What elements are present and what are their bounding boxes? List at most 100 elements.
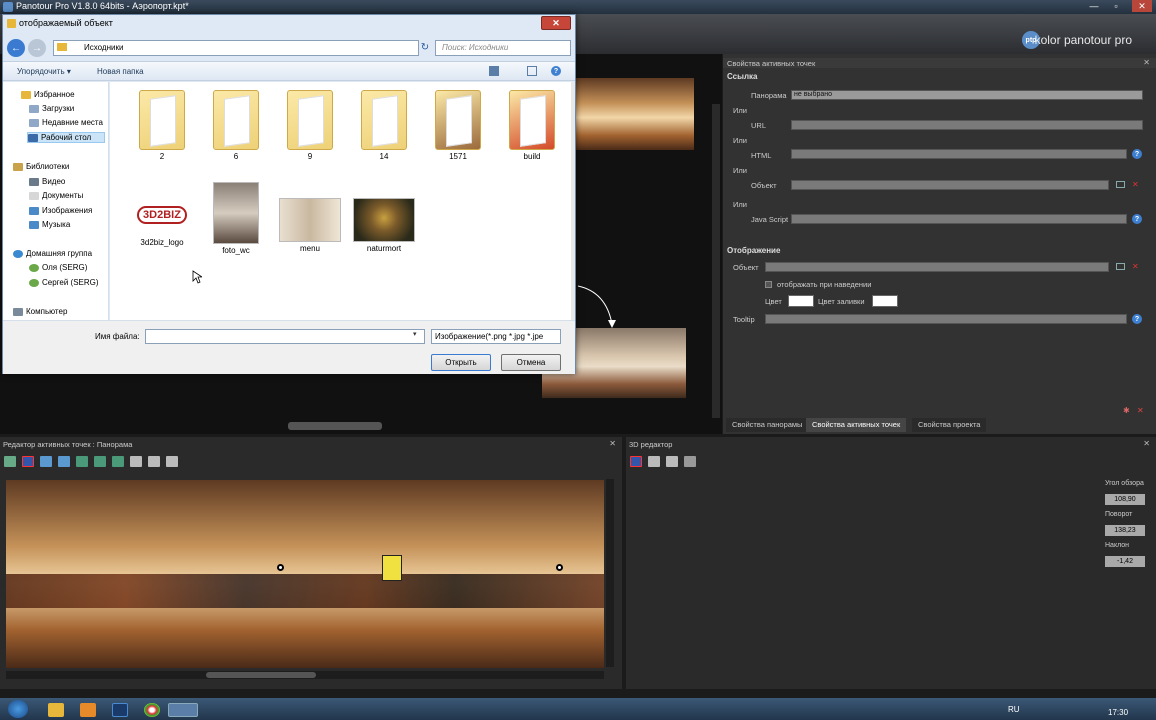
refresh-icon[interactable]: ↻ [417,40,433,56]
tilt-value[interactable]: -1,42 [1105,556,1145,567]
photoshop-icon[interactable] [112,703,128,717]
rectangle-tool-icon[interactable] [22,456,34,467]
tab-panorama-properties[interactable]: Свойства панорамы [726,418,809,432]
language-indicator[interactable]: RU [1008,705,1020,714]
canvas-scrollbar-v[interactable] [712,104,720,418]
nav-user-olya[interactable]: Оля (SERG) [29,263,87,272]
object-input[interactable] [791,180,1109,190]
html-input[interactable] [791,149,1127,159]
close-icon[interactable]: ✕ [1143,439,1150,448]
display-object-input[interactable] [765,262,1109,272]
minimize-icon[interactable]: — [1084,0,1104,12]
nav-video[interactable]: Видео [29,177,65,186]
pano-scrollbar-h[interactable] [6,671,604,679]
file-item[interactable]: build [500,90,564,161]
tab-project-properties[interactable]: Свойства проекта [912,418,987,432]
nav-computer[interactable]: Компьютер [13,307,67,316]
panorama-view[interactable] [6,480,604,668]
filetype-select[interactable]: Изображение(*.png *.jpg *.jpe [431,329,561,344]
maximize-icon[interactable]: ▫ [1106,0,1126,12]
view-icon[interactable] [489,66,499,76]
dialog-close-button[interactable]: ✕ [541,16,571,30]
select-tool-icon[interactable] [630,456,642,467]
hotspot-rect[interactable] [382,555,402,581]
wand-icon[interactable]: ✱ [1123,406,1130,415]
help-icon[interactable]: ? [1132,149,1142,159]
back-icon[interactable]: ← [7,39,25,57]
file-item[interactable]: 1571 [426,90,490,161]
nav-images[interactable]: Изображения [29,206,92,215]
nav-downloads[interactable]: Загрузки [29,104,74,113]
image-tool-2-icon[interactable] [148,456,160,467]
image-tool-icon[interactable] [130,456,142,467]
file-item[interactable]: 14 [352,90,416,161]
add-point-icon[interactable] [76,456,88,467]
close-icon[interactable]: ✕ [609,439,616,448]
nav-recent[interactable]: Недавние места [29,118,103,127]
open-button[interactable]: Открыть [431,354,491,371]
browse-icon[interactable] [1116,263,1125,270]
new-folder-button[interactable]: Новая папка [97,67,144,76]
polygon-tool-icon[interactable] [40,456,52,467]
nav-user-sergey[interactable]: Сергей (SERG) [29,278,99,287]
file-item[interactable]: 3D2BIZ 3d2biz_logo [130,194,194,247]
fov-value[interactable]: 108,90 [1105,494,1145,505]
browse-icon[interactable] [1116,181,1125,188]
canvas-scrollbar-h[interactable] [288,422,382,430]
remove-point-icon[interactable] [112,456,124,467]
nav-homegroup[interactable]: Домашняя группа [13,249,92,258]
chrome-icon[interactable] [144,703,160,717]
point-tool-icon[interactable] [58,456,70,467]
address-bar[interactable]: Исходники [53,40,419,56]
organize-button[interactable]: Упорядочить ▾ [17,67,71,76]
nav-documents[interactable]: Документы [29,191,83,200]
file-item[interactable]: 2 [130,90,194,161]
panorama-thumb-1[interactable] [576,78,694,150]
help-icon[interactable]: ? [551,66,561,76]
search-input[interactable]: Поиск: Исходники [435,40,571,56]
rotation-value[interactable]: 138,23 [1105,525,1145,536]
delete-icon[interactable]: ✕ [1137,406,1144,415]
file-item[interactable]: menu [278,198,342,253]
cancel-button[interactable]: Отмена [501,354,561,371]
panorama-select[interactable]: не выбрано [791,90,1143,100]
close-icon[interactable]: ✕ [1132,0,1152,12]
close-icon[interactable]: ✕ [1143,58,1150,67]
forward-icon[interactable]: → [28,39,46,57]
explorer-icon[interactable] [48,703,64,717]
fill-color-swatch[interactable] [872,295,898,307]
clock[interactable]: 17:30 [1108,708,1128,717]
select-tool-icon[interactable] [4,456,16,467]
nav-favorites[interactable]: Избранное [21,90,75,99]
hotspot-point[interactable] [277,564,284,571]
start-button[interactable] [8,700,28,718]
image-tool-2-icon[interactable] [666,456,678,467]
help-icon[interactable]: ? [1132,314,1142,324]
nav-music[interactable]: Музыка [29,220,70,229]
preview-pane-icon[interactable] [527,66,537,76]
media-player-icon[interactable] [80,703,96,717]
tooltip-input[interactable] [765,314,1127,324]
tab-hotspot-properties[interactable]: Свойства активных точек [806,418,907,432]
file-item[interactable]: 9 [278,90,342,161]
file-item[interactable]: 6 [204,90,268,161]
delete-icon[interactable]: ✕ [1132,181,1141,189]
pano-scrollbar-v[interactable] [606,479,614,667]
panotour-taskbar-icon[interactable] [168,703,198,717]
js-input[interactable] [791,214,1127,224]
file-list-scrollbar[interactable] [571,82,575,320]
view-mode-icon[interactable] [684,456,696,467]
filename-input[interactable] [145,329,425,344]
delete-icon[interactable]: ✕ [1132,263,1141,271]
move-point-icon[interactable] [94,456,106,467]
chevron-down-icon[interactable]: ▾ [413,330,417,338]
nav-desktop[interactable]: Рабочий стол [27,132,105,143]
file-item[interactable]: foto_wc [204,182,268,255]
file-item[interactable]: naturmort [352,198,416,253]
nav-libraries[interactable]: Библиотеки [13,162,69,171]
image-tool-icon[interactable] [648,456,660,467]
hotspot-point[interactable] [556,564,563,571]
url-input[interactable] [791,120,1143,130]
color-swatch[interactable] [788,295,814,307]
show-on-hover-checkbox[interactable] [765,281,772,288]
